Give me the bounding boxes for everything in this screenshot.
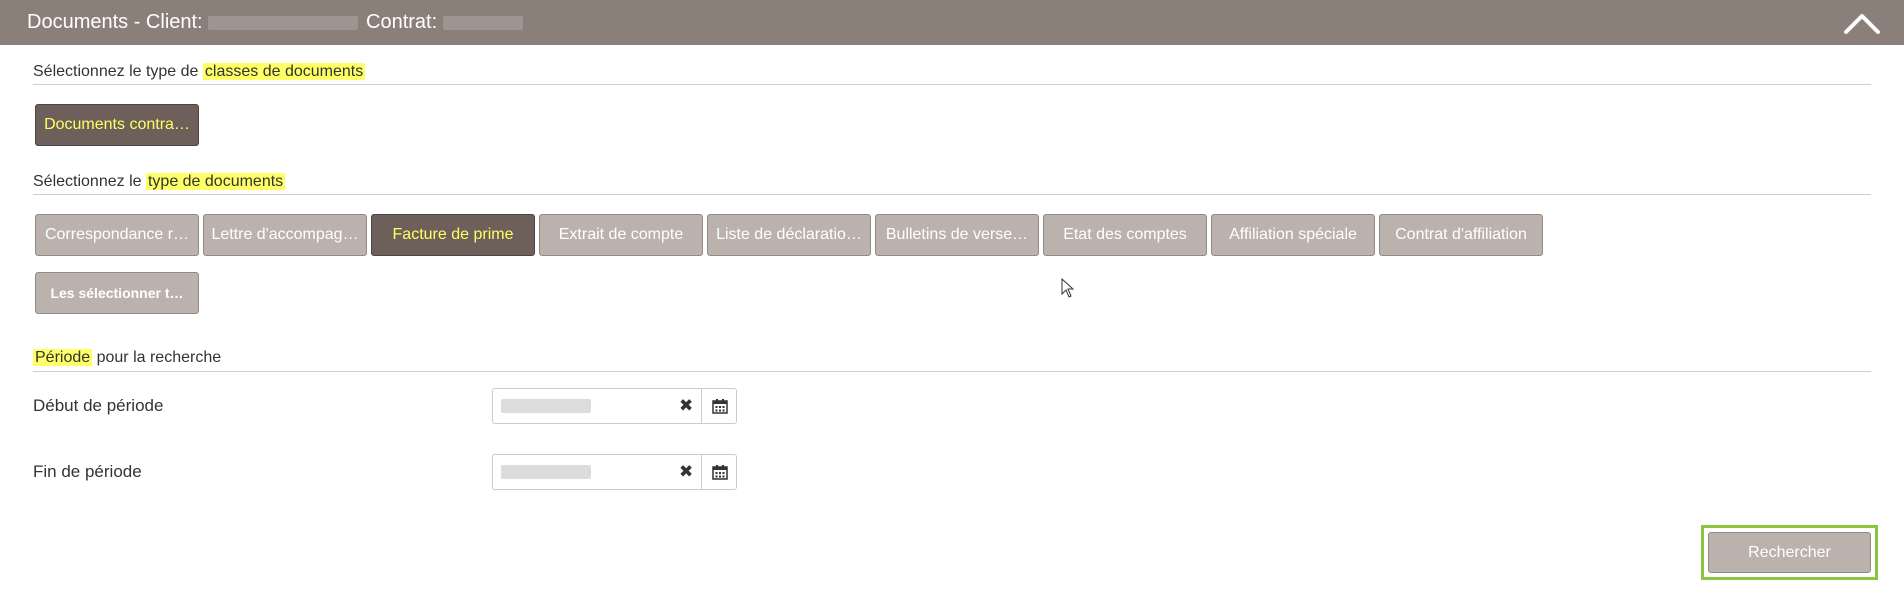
search-button[interactable]: Rechercher xyxy=(1708,532,1871,573)
mouse-cursor-icon xyxy=(1061,278,1075,298)
start-date-field[interactable]: ✖ xyxy=(492,388,737,424)
clear-end-date-icon[interactable]: ✖ xyxy=(679,462,693,482)
panel-header: Documents - Client: Contrat: xyxy=(0,0,1904,45)
end-calendar-icon[interactable] xyxy=(701,455,738,489)
type-button-extrait-de-compte[interactable]: Extrait de compte xyxy=(539,214,703,256)
contrat-label: Contrat: xyxy=(366,11,523,34)
class-button-documents-contrat[interactable]: Documents contra… xyxy=(35,104,199,146)
start-date-value-redacted[interactable] xyxy=(501,399,591,413)
end-date-value-redacted[interactable] xyxy=(501,465,591,479)
redacted-contrat xyxy=(442,15,523,30)
collapse-chevron-up-icon[interactable] xyxy=(1840,6,1884,40)
type-button-correspondance[interactable]: Correspondance r… xyxy=(35,214,199,256)
types-section-label: Sélectionnez le type de documents xyxy=(33,173,286,190)
divider xyxy=(33,371,1871,372)
classes-section-label: Sélectionnez le type de classes de docum… xyxy=(33,63,366,80)
type-button-etat-des-comptes[interactable]: Etat des comptes xyxy=(1043,214,1207,256)
period-section-label: Période pour la recherche xyxy=(33,349,222,366)
select-all-types-button[interactable]: Les sélectionner t… xyxy=(35,272,199,314)
start-date-label: Début de période xyxy=(33,396,164,415)
type-button-lettre-accompagnement[interactable]: Lettre d'accompag… xyxy=(203,214,367,256)
type-button-contrat-affiliation[interactable]: Contrat d'affiliation xyxy=(1379,214,1543,256)
divider xyxy=(33,194,1871,195)
type-button-facture-de-prime[interactable]: Facture de prime xyxy=(371,214,535,256)
clear-start-date-icon[interactable]: ✖ xyxy=(679,396,693,416)
type-button-liste-declarations[interactable]: Liste de déclaratio… xyxy=(707,214,871,256)
start-calendar-icon[interactable] xyxy=(701,389,738,423)
type-button-bulletins-versement[interactable]: Bulletins de verse… xyxy=(875,214,1039,256)
end-date-field[interactable]: ✖ xyxy=(492,454,737,490)
redacted-client xyxy=(208,15,359,30)
divider xyxy=(33,84,1871,85)
panel-title: Documents - Client: xyxy=(27,11,359,34)
type-button-affiliation-speciale[interactable]: Affiliation spéciale xyxy=(1211,214,1375,256)
end-date-label: Fin de période xyxy=(33,462,142,481)
search-button-focus-ring: Rechercher xyxy=(1701,525,1878,580)
